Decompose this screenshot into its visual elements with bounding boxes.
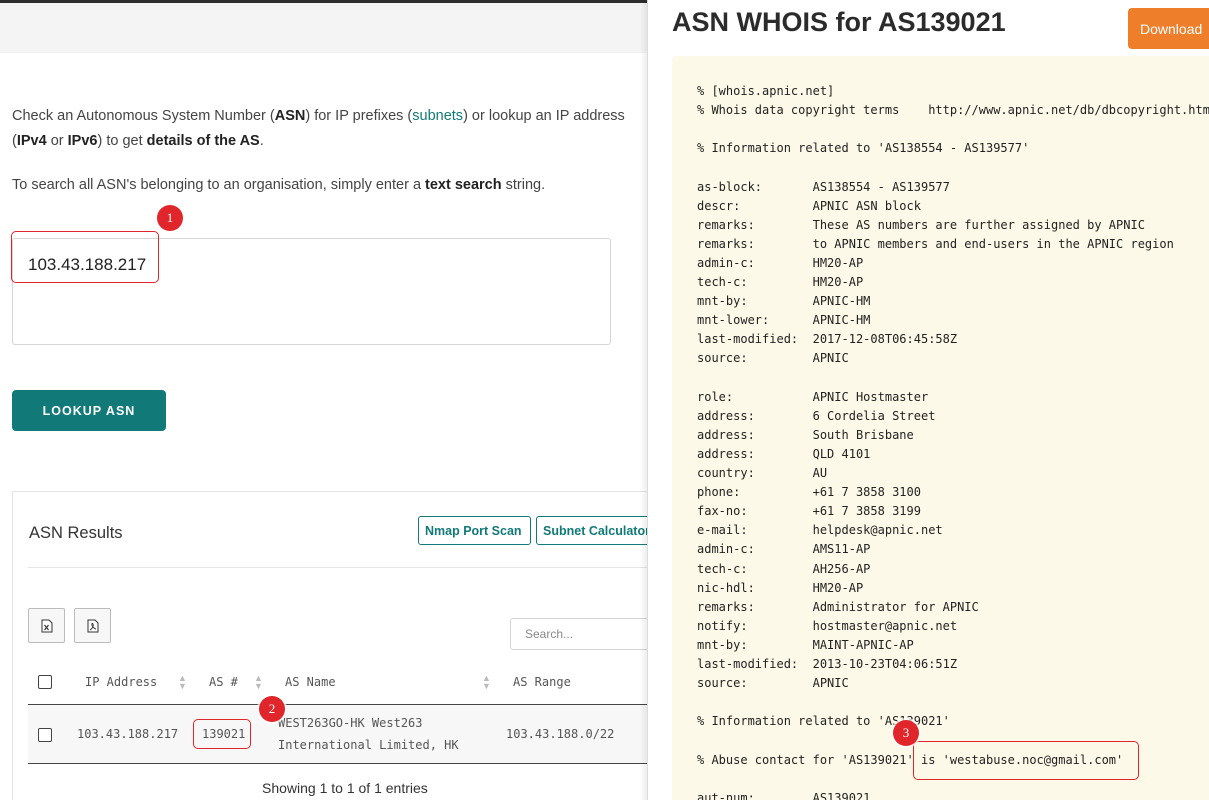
whois-line: last-modified: 2017-12-08T06:45:58Z — [697, 332, 958, 347]
column-header-ip[interactable]: IP Address — [85, 675, 157, 689]
whois-line: descr: APNIC ASN block — [697, 198, 921, 213]
cell-as-name-line1: WEST263GO-HK West263 — [278, 716, 423, 730]
whois-line: tech-c: AH256-AP — [697, 561, 871, 576]
highlight-input — [11, 231, 159, 283]
whois-line: address: South Brisbane — [697, 427, 914, 442]
highlight-abuse-email — [913, 741, 1139, 780]
results-title: ASN Results — [29, 524, 123, 542]
whois-line: remarks: to APNIC members and end-users … — [697, 236, 1174, 251]
search-input[interactable]: Search... — [510, 618, 660, 650]
whois-line: notify: hostmaster@apnic.net — [697, 618, 958, 633]
sort-icon[interactable]: ▲ ▼ — [482, 674, 491, 691]
cell-as-range: 103.43.188.0/22 — [506, 727, 615, 741]
whois-line: country: AU — [697, 466, 828, 480]
whois-line: admin-c: AMS11-AP — [697, 542, 871, 557]
whois-line: remarks: Administrator for APNIC — [697, 599, 979, 614]
excel-export-button[interactable] — [28, 608, 65, 643]
whois-line: tech-c: HM20-AP — [697, 275, 864, 289]
sort-icon[interactable]: ▲ ▼ — [178, 674, 187, 691]
column-header-as-range[interactable]: AS Range — [513, 675, 571, 689]
cell-ip: 103.43.188.217 — [77, 727, 179, 741]
header-bar — [0, 3, 660, 53]
whois-line: last-modified: 2013-10-23T04:06:51Z — [697, 657, 958, 671]
lookup-asn-button[interactable]: LOOKUP ASN — [12, 390, 166, 431]
panel-title: ASN WHOIS for AS139021 — [672, 7, 1006, 37]
subnets-link[interactable]: subnets — [412, 108, 463, 124]
pdf-export-icon — [87, 619, 98, 632]
intro-text: Check an Autonomous System Number (ASN) … — [12, 108, 625, 149]
whois-panel: ASN WHOIS for AS139021 Download % [whois… — [647, 0, 1209, 800]
sort-icon[interactable]: ▲ ▼ — [254, 674, 263, 691]
whois-line: address: QLD 4101 — [697, 446, 871, 461]
column-header-as-name[interactable]: AS Name — [285, 675, 336, 689]
whois-line: admin-c: HM20-AP — [697, 255, 864, 270]
whois-line: e-mail: helpdesk@apnic.net — [697, 523, 943, 538]
whois-line: aut-num: AS139021 — [697, 790, 871, 800]
whois-line: address: 6 Cordelia Street — [697, 408, 936, 423]
intro-text-search: To search all ASN's belonging to an orga… — [12, 177, 546, 193]
whois-line: % [whois.apnic.net] — [697, 84, 835, 98]
whois-line: mnt-lower: APNIC-HM — [697, 313, 871, 328]
row-checkbox[interactable] — [38, 728, 52, 742]
download-button[interactable]: Download — [1128, 8, 1209, 49]
whois-line: mnt-by: APNIC-HM — [697, 294, 871, 309]
divider — [28, 567, 648, 568]
annotation-badge-1: 1 — [157, 205, 183, 231]
annotation-badge-2: 2 — [259, 696, 285, 722]
column-header-as-num[interactable]: AS # — [209, 675, 238, 689]
whois-line: phone: +61 7 3858 3100 — [697, 485, 921, 500]
whois-line: fax-no: +61 7 3858 3199 — [697, 504, 921, 519]
whois-line: as-block: AS138554 - AS139577 — [697, 179, 950, 194]
cell-as-name-line2: International Limited, HK — [278, 738, 459, 752]
whois-line: % Information related to 'AS138554 - AS1… — [697, 141, 1030, 156]
whois-line: nic-hdl: HM20-AP — [697, 580, 864, 595]
whois-line: source: APNIC — [697, 351, 849, 366]
nmap-port-scan-button[interactable]: Nmap Port Scan — [418, 516, 531, 545]
highlight-as-num — [193, 719, 251, 749]
pdf-export-button[interactable] — [74, 608, 111, 643]
select-all-checkbox[interactable] — [38, 675, 52, 689]
table-footer-border — [28, 763, 658, 764]
whois-line: role: APNIC Hostmaster — [697, 389, 929, 404]
whois-line: % Whois data copyright terms http://www.… — [697, 103, 1209, 118]
whois-line: mnt-by: MAINT-APNIC-AP — [697, 637, 914, 652]
whois-line: source: APNIC — [697, 676, 849, 691]
whois-line: remarks: These AS numbers are further as… — [697, 217, 1145, 232]
table-info: Showing 1 to 1 of 1 entries — [262, 780, 428, 796]
annotation-badge-3: 3 — [893, 720, 919, 746]
excel-export-icon — [41, 619, 52, 632]
